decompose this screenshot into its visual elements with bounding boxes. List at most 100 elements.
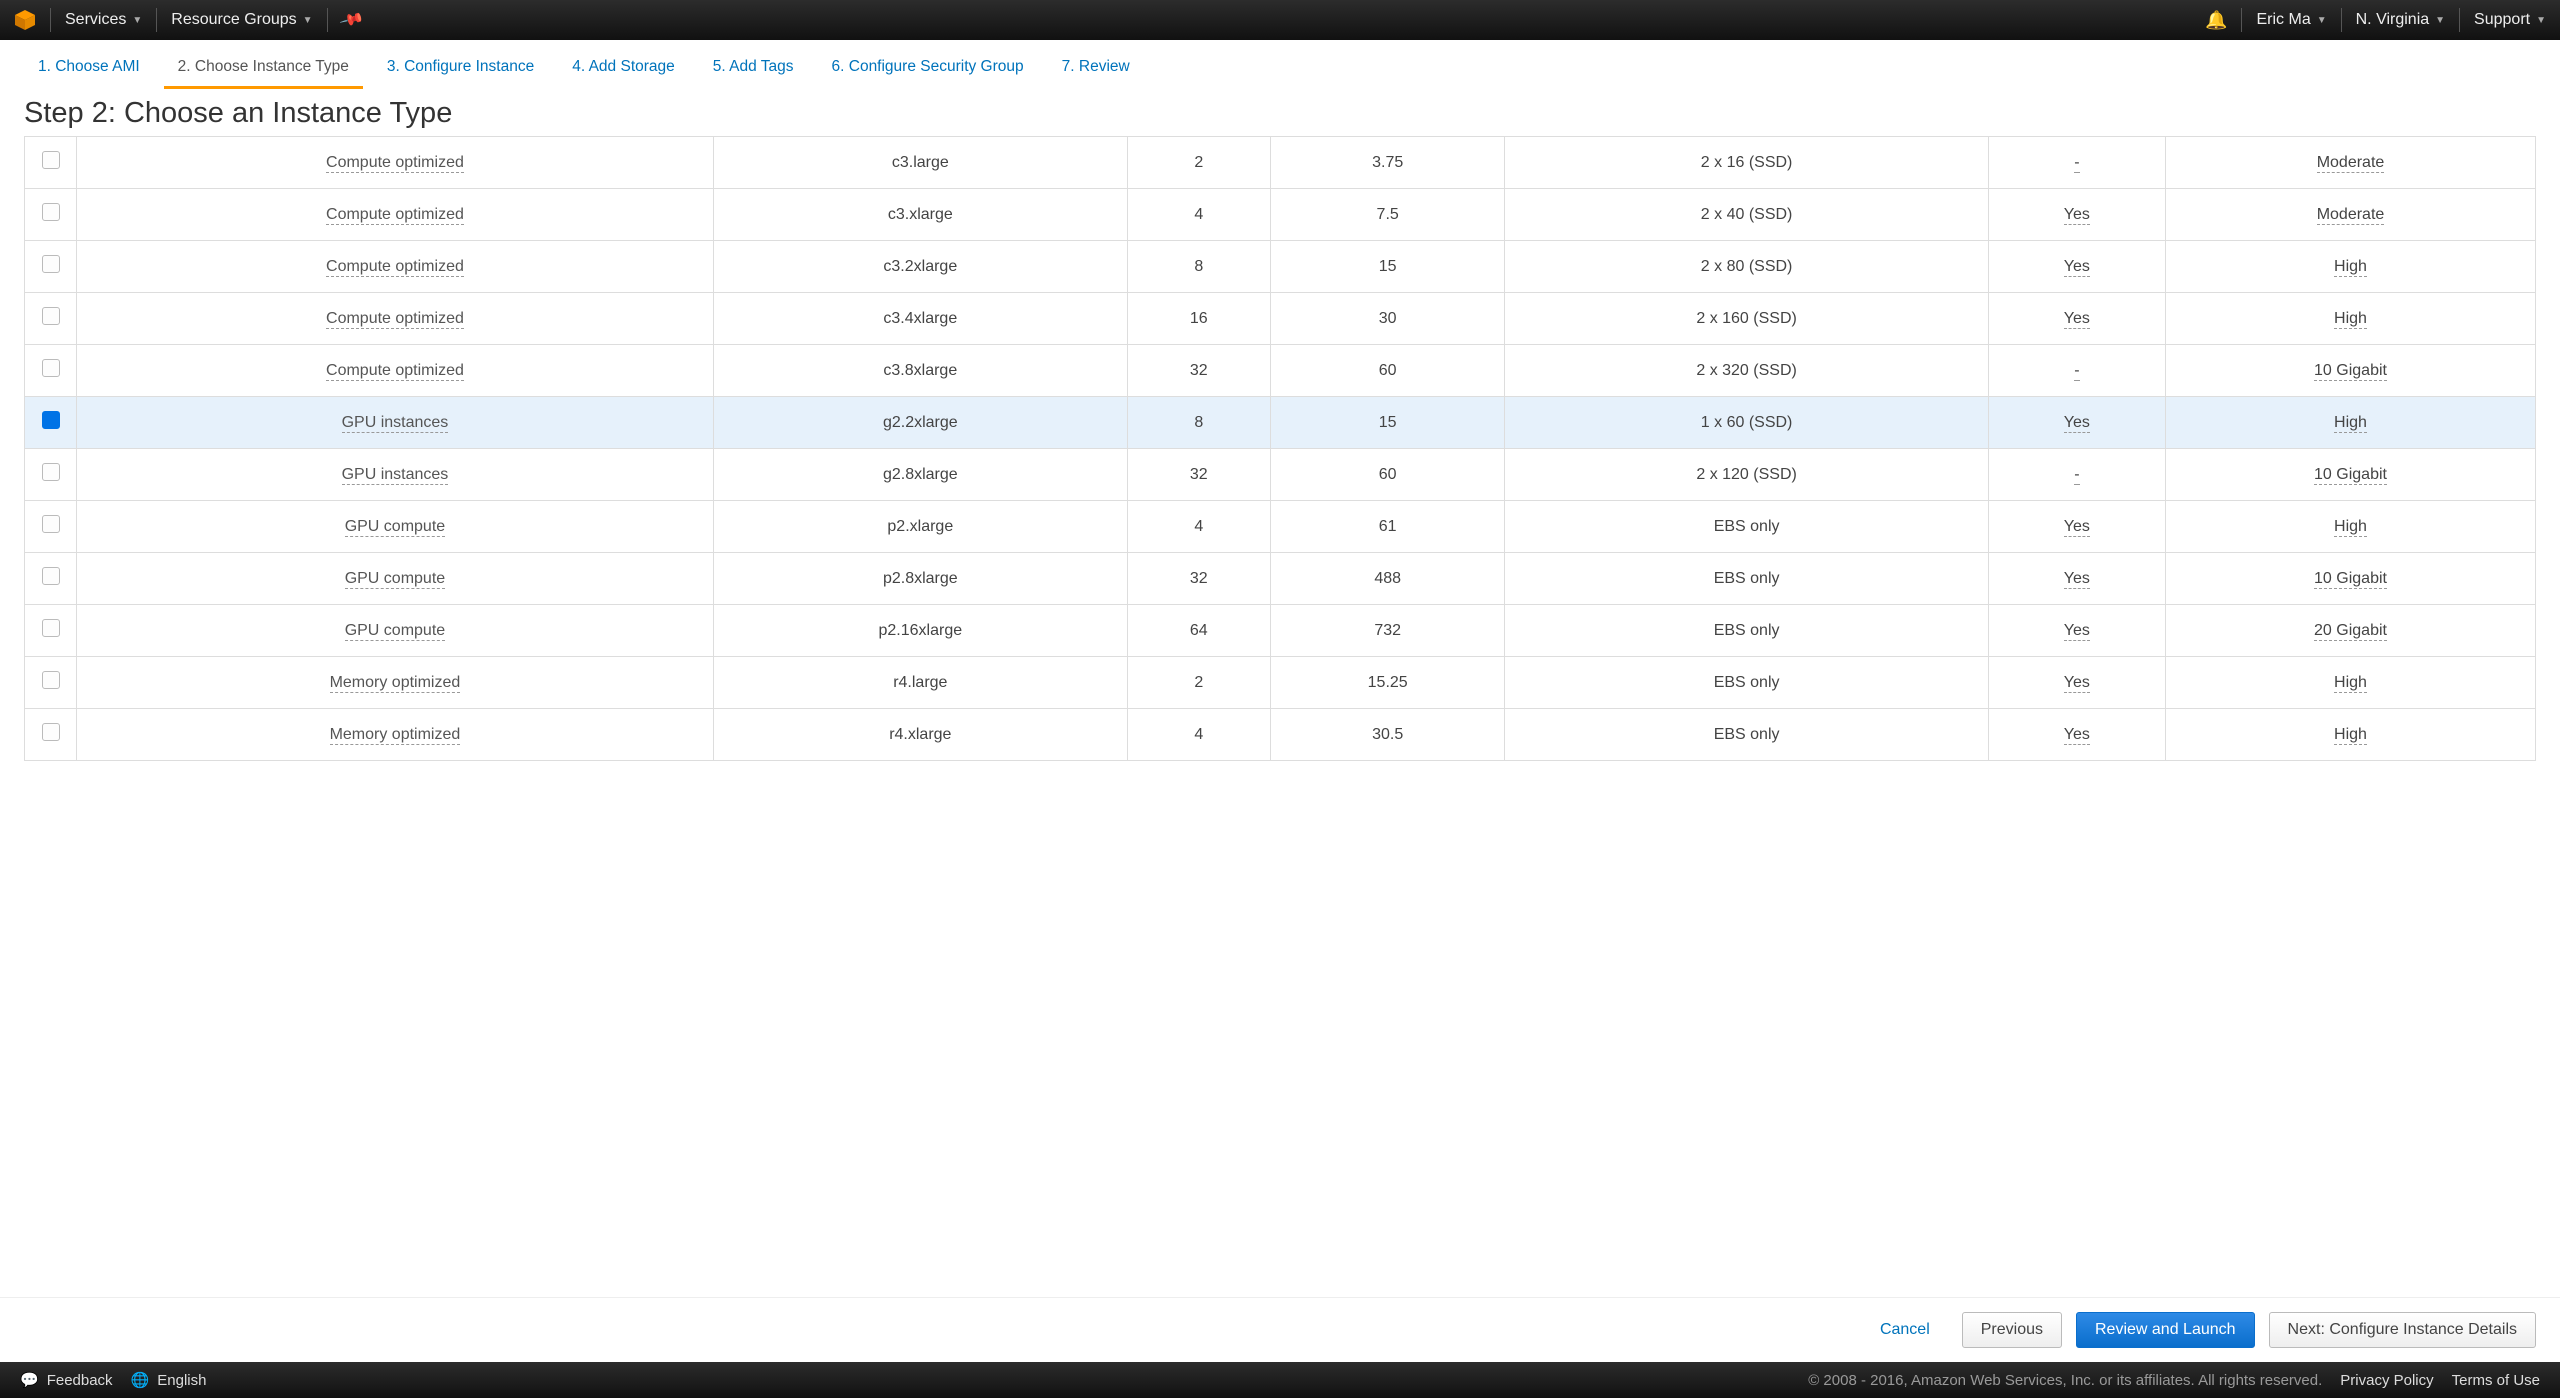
wizard-steps: 1. Choose AMI 2. Choose Instance Type 3. C… <box>0 40 2560 89</box>
table-row[interactable]: GPU computep2.8xlarge32488EBS onlyYes10 … <box>25 553 2536 605</box>
wizard-tab-0[interactable]: 1. Choose AMI <box>24 50 154 89</box>
cell-storage: EBS only <box>1505 553 1988 605</box>
cell-vcpu: 4 <box>1127 189 1270 241</box>
table-row[interactable]: Compute optimizedc3.4xlarge16302 x 160 (… <box>25 293 2536 345</box>
copyright-text: © 2008 - 2016, Amazon Web Services, Inc.… <box>1808 1372 2322 1389</box>
instance-type-table-wrap[interactable]: Compute optimizedc3.large23.752 x 16 (SS… <box>0 136 2560 1297</box>
wizard-tab-5[interactable]: 6. Configure Security Group <box>818 50 1038 89</box>
table-row[interactable]: GPU instancesg2.8xlarge32602 x 120 (SSD)… <box>25 449 2536 501</box>
row-checkbox[interactable] <box>42 255 60 273</box>
cell-network: Moderate <box>2166 189 2536 241</box>
table-row[interactable]: Compute optimizedc3.2xlarge8152 x 80 (SS… <box>25 241 2536 293</box>
cell-vcpu: 16 <box>1127 293 1270 345</box>
table-row[interactable]: GPU computep2.xlarge461EBS onlyYesHigh <box>25 501 2536 553</box>
cell-memory: 30 <box>1270 293 1505 345</box>
cell-storage: 2 x 160 (SSD) <box>1505 293 1988 345</box>
review-and-launch-button[interactable]: Review and Launch <box>2076 1312 2255 1348</box>
feedback-button[interactable]: 💬 Feedback <box>20 1371 113 1389</box>
cell-ebs: Yes <box>1988 553 2165 605</box>
cell-storage: 2 x 40 (SSD) <box>1505 189 1988 241</box>
wizard-tab-2[interactable]: 3. Configure Instance <box>373 50 548 89</box>
user-label: Eric Ma <box>2256 11 2310 29</box>
cell-vcpu: 2 <box>1127 657 1270 709</box>
cell-network: High <box>2166 657 2536 709</box>
resource-groups-label: Resource Groups <box>171 11 296 29</box>
wizard-tab-1[interactable]: 2. Choose Instance Type <box>164 50 363 89</box>
aws-logo[interactable] <box>0 0 50 40</box>
cell-storage: EBS only <box>1505 709 1988 761</box>
row-checkbox[interactable] <box>42 723 60 741</box>
previous-button[interactable]: Previous <box>1962 1312 2062 1348</box>
privacy-link[interactable]: Privacy Policy <box>2340 1372 2433 1389</box>
pin-shortcut[interactable]: 📌 <box>328 0 376 40</box>
cell-vcpu: 8 <box>1127 241 1270 293</box>
cell-type: p2.16xlarge <box>713 605 1127 657</box>
wizard-tab-6[interactable]: 7. Review <box>1048 50 1144 89</box>
page-title: Step 2: Choose an Instance Type <box>0 89 2560 136</box>
row-checkbox[interactable] <box>42 671 60 689</box>
row-checkbox[interactable] <box>42 463 60 481</box>
cell-storage: 2 x 120 (SSD) <box>1505 449 1988 501</box>
table-row[interactable]: Memory optimizedr4.large215.25EBS onlyYe… <box>25 657 2536 709</box>
next-button[interactable]: Next: Configure Instance Details <box>2269 1312 2536 1348</box>
aws-topbar: Services ▼ Resource Groups ▼ 📌 🔔 Eric Ma… <box>0 0 2560 40</box>
row-checkbox[interactable] <box>42 619 60 637</box>
cell-family: GPU compute <box>77 501 714 553</box>
terms-link[interactable]: Terms of Use <box>2452 1372 2540 1389</box>
row-checkbox[interactable] <box>42 411 60 429</box>
cell-family: Compute optimized <box>77 345 714 397</box>
cell-family: GPU compute <box>77 553 714 605</box>
speech-icon: 💬 <box>20 1371 39 1389</box>
cell-family: Compute optimized <box>77 137 714 189</box>
cell-ebs: Yes <box>1988 189 2165 241</box>
table-row[interactable]: Compute optimizedc3.large23.752 x 16 (SS… <box>25 137 2536 189</box>
row-checkbox[interactable] <box>42 307 60 325</box>
cell-network: 10 Gigabit <box>2166 553 2536 605</box>
cell-type: c3.4xlarge <box>713 293 1127 345</box>
row-checkbox[interactable] <box>42 151 60 169</box>
table-row[interactable]: Compute optimizedc3.xlarge47.52 x 40 (SS… <box>25 189 2536 241</box>
cell-family: Compute optimized <box>77 189 714 241</box>
table-row[interactable]: GPU instancesg2.2xlarge8151 x 60 (SSD)Ye… <box>25 397 2536 449</box>
row-checkbox[interactable] <box>42 359 60 377</box>
language-button[interactable]: 🌐 English <box>131 1371 207 1389</box>
row-checkbox[interactable] <box>42 567 60 585</box>
cell-ebs: - <box>1988 449 2165 501</box>
cell-storage: 1 x 60 (SSD) <box>1505 397 1988 449</box>
notifications-button[interactable]: 🔔 <box>2191 0 2241 40</box>
wizard-actions: Cancel Previous Review and Launch Next: … <box>0 1297 2560 1362</box>
language-label: English <box>157 1372 206 1389</box>
cell-type: r4.large <box>713 657 1127 709</box>
cell-memory: 61 <box>1270 501 1505 553</box>
cell-network: 20 Gigabit <box>2166 605 2536 657</box>
account-menu[interactable]: Eric Ma ▼ <box>2242 0 2340 40</box>
region-menu[interactable]: N. Virginia ▼ <box>2342 0 2459 40</box>
chevron-down-icon: ▼ <box>2536 15 2546 26</box>
resource-groups-menu[interactable]: Resource Groups ▼ <box>157 0 326 40</box>
cell-family: GPU instances <box>77 449 714 501</box>
cell-type: p2.8xlarge <box>713 553 1127 605</box>
cell-ebs: - <box>1988 137 2165 189</box>
table-row[interactable]: GPU computep2.16xlarge64732EBS onlyYes20… <box>25 605 2536 657</box>
row-checkbox[interactable] <box>42 515 60 533</box>
wizard-tab-4[interactable]: 5. Add Tags <box>699 50 808 89</box>
cell-vcpu: 32 <box>1127 345 1270 397</box>
wizard-tab-3[interactable]: 4. Add Storage <box>558 50 689 89</box>
cell-ebs: - <box>1988 345 2165 397</box>
cell-type: g2.8xlarge <box>713 449 1127 501</box>
cube-icon <box>13 8 37 32</box>
cell-family: GPU instances <box>77 397 714 449</box>
support-menu[interactable]: Support ▼ <box>2460 0 2560 40</box>
cell-ebs: Yes <box>1988 397 2165 449</box>
table-row[interactable]: Compute optimizedc3.8xlarge32602 x 320 (… <box>25 345 2536 397</box>
cell-type: g2.2xlarge <box>713 397 1127 449</box>
cancel-button[interactable]: Cancel <box>1862 1312 1948 1348</box>
cell-memory: 488 <box>1270 553 1505 605</box>
table-row[interactable]: Memory optimizedr4.xlarge430.5EBS onlyYe… <box>25 709 2536 761</box>
globe-icon: 🌐 <box>131 1371 150 1389</box>
cell-memory: 15.25 <box>1270 657 1505 709</box>
cell-vcpu: 8 <box>1127 397 1270 449</box>
cell-ebs: Yes <box>1988 501 2165 553</box>
services-menu[interactable]: Services ▼ <box>51 0 156 40</box>
row-checkbox[interactable] <box>42 203 60 221</box>
